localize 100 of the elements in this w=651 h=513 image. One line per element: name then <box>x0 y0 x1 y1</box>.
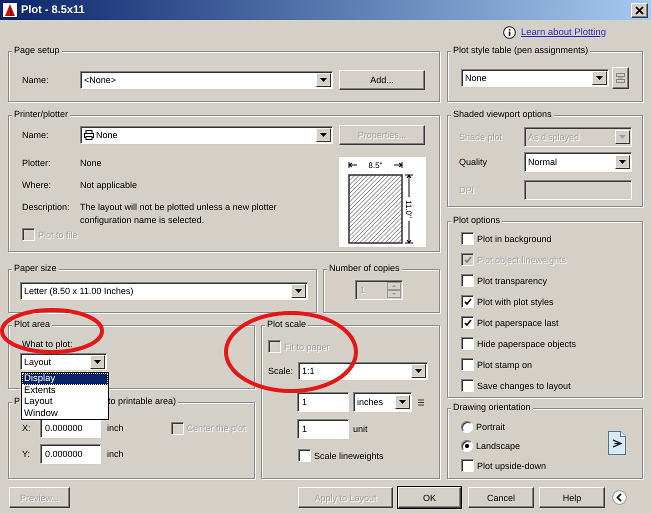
group-title: Plot options <box>452 215 502 225</box>
printer-icon <box>84 130 94 140</box>
table-edit-icon <box>616 73 625 83</box>
checkbox-label: Plot upside-down <box>477 460 546 470</box>
radio-button[interactable] <box>461 440 473 452</box>
unit-dropdown[interactable]: inches <box>353 392 412 412</box>
caret-icon <box>619 160 626 164</box>
field-label: Plotter: <box>22 157 52 170</box>
y-offset-field[interactable]: 0.000000 <box>40 444 101 464</box>
equals-icon <box>418 398 424 406</box>
caret-icon <box>320 78 327 82</box>
help-link[interactable]: Learn about Plotting <box>520 26 606 38</box>
field-label: Where: <box>22 179 52 192</box>
edit-button[interactable] <box>612 67 629 89</box>
info-icon <box>502 26 516 38</box>
close-button[interactable] <box>631 2 648 18</box>
caret-icon <box>415 369 422 373</box>
collapse-icon <box>612 490 627 505</box>
field-label: Scale: <box>268 366 294 376</box>
field-value: The layout will not be plotted unless a new plotter configuration name is selected. <box>80 201 278 227</box>
caret-icon <box>596 76 603 80</box>
checkbox-label: Plot stamp on <box>477 360 532 370</box>
checkbox[interactable] <box>461 337 474 350</box>
field-value: Not applicable <box>80 179 138 192</box>
dimension-label: 11.0'' <box>404 200 413 218</box>
group-title: Shaded viewport options <box>452 109 553 119</box>
dialog-button[interactable]: Help <box>539 487 605 508</box>
checkbox[interactable] <box>461 232 474 245</box>
height-dimension-line <box>404 174 414 244</box>
group-title: Plot area <box>13 319 52 329</box>
window-title: Plot - 8.5x11 <box>21 4 85 16</box>
checkmark-icon <box>464 256 472 263</box>
checkmark-icon <box>464 319 472 326</box>
checkbox-label: Plot transparency <box>477 276 548 286</box>
field-label: Name: <box>22 75 50 85</box>
scale-dropdown[interactable]: 1:1 <box>298 362 428 380</box>
plot-style-dropdown[interactable]: None <box>461 69 609 87</box>
field-label: X: <box>22 423 32 433</box>
dimension-label: 8.5'' <box>368 161 383 170</box>
spin-up-icon <box>387 282 401 290</box>
unit-label: inch <box>107 449 124 459</box>
field-label: What to plot: <box>22 339 74 349</box>
dropdown-option[interactable]: Window <box>22 408 108 419</box>
dropdown-option[interactable]: Layout <box>22 396 108 408</box>
checkbox[interactable] <box>298 449 311 462</box>
group-title: Drawing orientation <box>452 402 532 412</box>
checkbox-label: Save changes to layout <box>477 380 571 390</box>
checkbox-label: Hide paperspace objects <box>477 338 576 348</box>
checkbox[interactable] <box>461 379 474 392</box>
hatched-paper-drawing <box>348 174 403 244</box>
radio-button[interactable] <box>461 420 473 432</box>
group-title: Page setup <box>13 45 61 55</box>
group-title: Printer/plotter <box>13 109 70 119</box>
spin-down-icon <box>387 290 401 298</box>
dropdown-option[interactable]: Display <box>22 373 108 384</box>
radio-label: Landscape <box>476 440 520 450</box>
radio-label: Portrait <box>476 422 506 432</box>
checkbox-label: Plot in background <box>477 234 552 244</box>
group-title: Paper size <box>13 263 58 273</box>
caret-icon <box>619 135 626 139</box>
field-label: Y: <box>22 449 32 459</box>
caret-icon <box>320 133 327 137</box>
group-title: Plot scale <box>266 319 308 329</box>
app-icon <box>3 3 17 17</box>
caret-icon <box>399 400 406 404</box>
scale-amount-field[interactable]: 1 <box>297 392 349 412</box>
caret-icon <box>94 360 101 364</box>
field-label: Name: <box>22 130 50 140</box>
drawing-unit-field[interactable]: 1 <box>297 419 349 439</box>
group-title: P <box>13 396 22 406</box>
group-title: Plot style table (pen assignments) <box>452 45 590 55</box>
checkbox[interactable] <box>461 316 474 329</box>
group-title: Number of copies <box>328 263 401 273</box>
paper-size-dropdown[interactable]: Letter (8.50 x 11.00 Inches) <box>20 282 308 300</box>
checkbox-label: Plot paperspace last <box>477 318 559 328</box>
unit-label: inch <box>107 423 124 433</box>
shade-option-dropdown[interactable]: Normal <box>524 152 632 172</box>
caret-icon <box>295 289 302 293</box>
field-label: Description: <box>22 201 71 214</box>
field-label: Quality <box>459 157 488 167</box>
checkbox-label: Plot with plot styles <box>477 296 554 306</box>
add-button[interactable]: Add... <box>339 70 425 90</box>
checkbox-label: Scale lineweights <box>314 450 384 460</box>
printer-dropdown[interactable]: None <box>80 126 333 144</box>
unit-label: unit <box>353 424 368 434</box>
what-to-plot-dropdown[interactable]: Layout <box>20 353 107 370</box>
page-setup-dropdown[interactable]: <None> <box>80 71 333 89</box>
dialog-button[interactable]: Cancel <box>468 487 534 508</box>
width-dimension-line <box>348 162 402 168</box>
close-icon <box>635 6 644 14</box>
dialog-button[interactable]: OK <box>398 487 461 508</box>
field-value: None <box>80 157 103 170</box>
x-offset-field[interactable]: 0.000000 <box>40 418 101 438</box>
checkbox[interactable] <box>461 295 474 308</box>
checkbox[interactable] <box>461 274 474 287</box>
dropdown-option[interactable]: Extents <box>22 384 108 396</box>
checkmark-icon <box>464 298 472 305</box>
checkbox[interactable] <box>461 358 474 371</box>
page-orientation-icon <box>608 431 626 455</box>
checkbox[interactable] <box>461 459 474 472</box>
